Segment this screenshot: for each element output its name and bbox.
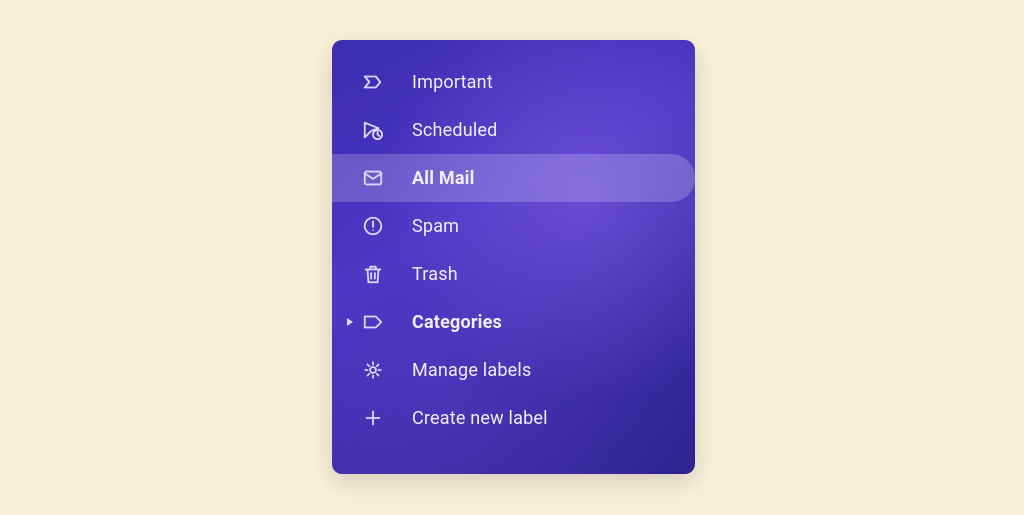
gear-icon: [362, 359, 384, 381]
important-icon: [362, 71, 384, 93]
sidebar-item-scheduled[interactable]: Scheduled: [332, 106, 695, 154]
sidebar-item-label: Spam: [384, 216, 459, 237]
expand-caret-icon: [346, 317, 354, 327]
sidebar-item-trash[interactable]: Trash: [332, 250, 695, 298]
sidebar-item-categories[interactable]: Categories: [332, 298, 695, 346]
sidebar-item-label: Scheduled: [384, 120, 498, 141]
sidebar-nav: Important Scheduled All Mail: [332, 40, 695, 442]
spam-icon: [362, 215, 384, 237]
label-icon: [362, 311, 384, 333]
plus-icon: [362, 407, 384, 429]
sidebar-item-label: Manage labels: [384, 360, 531, 381]
sidebar-item-create-label[interactable]: Create new label: [332, 394, 695, 442]
sidebar-item-manage-labels[interactable]: Manage labels: [332, 346, 695, 394]
sidebar-item-label: Trash: [384, 264, 458, 285]
scheduled-icon: [362, 119, 384, 141]
sidebar-item-all-mail[interactable]: All Mail: [332, 154, 695, 202]
mail-sidebar-panel: Important Scheduled All Mail: [332, 40, 695, 474]
sidebar-item-label: All Mail: [384, 168, 475, 189]
sidebar-item-label: Important: [384, 72, 493, 93]
mail-icon: [362, 167, 384, 189]
sidebar-item-label: Categories: [384, 312, 502, 333]
sidebar-item-spam[interactable]: Spam: [332, 202, 695, 250]
sidebar-item-important[interactable]: Important: [332, 58, 695, 106]
trash-icon: [362, 263, 384, 285]
sidebar-item-label: Create new label: [384, 408, 548, 429]
